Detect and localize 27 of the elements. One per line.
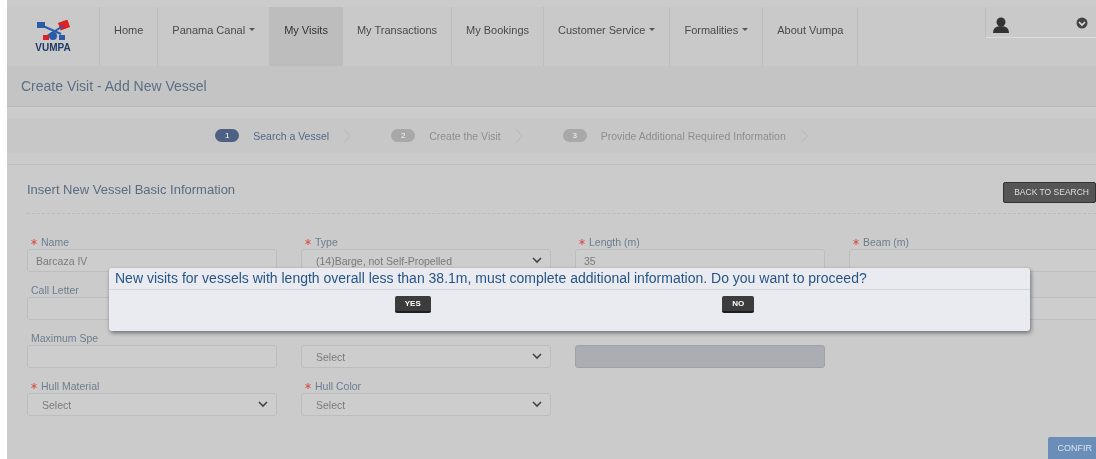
user-menu[interactable] (985, 7, 1096, 38)
step-number: 1 (215, 129, 240, 142)
field-label: Hull Color (315, 379, 362, 392)
field-label: Name (41, 235, 69, 248)
brand-name: VUMPA (35, 42, 71, 53)
step-number: 3 (562, 129, 587, 142)
step-number: 2 (391, 129, 416, 142)
field-label: Maximum Spe (31, 331, 99, 344)
user-icon (992, 17, 1010, 33)
nav-item[interactable]: My Visits (270, 7, 343, 66)
dialog-message: New visits for vessels with length overall less than 38.1m, must complete additional information. Do you want to proceed? (109, 268, 1030, 290)
dialog-button[interactable]: NO (722, 296, 755, 313)
back-to-search-button[interactable]: BACK TO SEARCH (1003, 181, 1096, 203)
chevron-down-icon (532, 257, 542, 264)
step-label[interactable]: Search a Vessel (253, 129, 330, 142)
card-title: Insert New Vessel Basic Information (27, 181, 236, 197)
page-title: Create Visit - Add New Vessel (21, 78, 207, 94)
dialog-button[interactable]: YES (394, 296, 431, 313)
field-label: Call Letter (31, 283, 79, 296)
field-label: Hull Material (41, 379, 100, 392)
chevron-down-icon (532, 401, 542, 408)
chevron-down-icon (532, 353, 542, 360)
field-label: Length (m) (589, 235, 640, 248)
chevron-down-icon (258, 401, 268, 408)
field-label: Beam (m) (863, 235, 910, 248)
chevron-down-icon (1076, 17, 1088, 29)
field-label: Type (315, 235, 338, 248)
